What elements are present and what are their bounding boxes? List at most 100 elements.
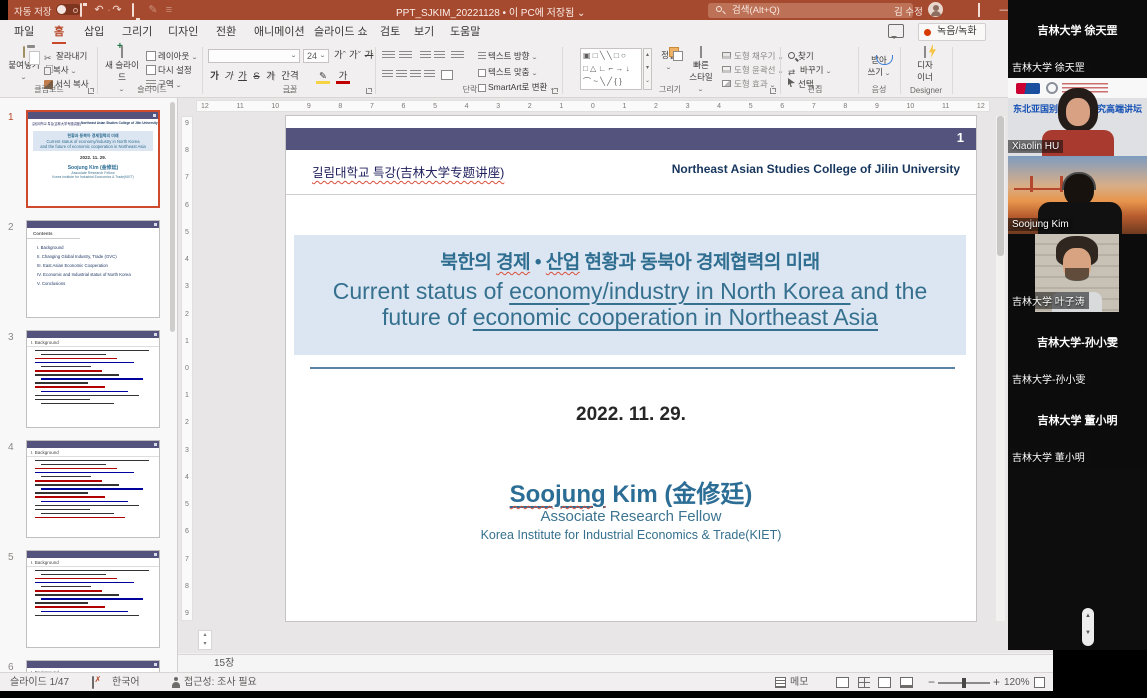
sidebar-scrollbar[interactable]: ▲▼: [1082, 608, 1094, 646]
language-status[interactable]: 한국어: [112, 673, 140, 692]
slide-subtitle-left[interactable]: 길림대학교 특강(吉林大学专题讲座): [312, 162, 504, 181]
start-slideshow-icon[interactable]: [126, 3, 140, 17]
fit-to-window-icon[interactable]: [1034, 677, 1045, 688]
bold-button[interactable]: 가: [208, 70, 221, 84]
text-direction-button[interactable]: 텍스트 방향 ⌄: [478, 50, 537, 62]
slide-thumbnail-4[interactable]: I. Background: [26, 440, 160, 538]
redo-icon[interactable]: ↷: [110, 3, 124, 17]
line-spacing-icon[interactable]: [451, 51, 464, 60]
font-color-button[interactable]: 가: [336, 70, 350, 84]
slide-thumbnail-2[interactable]: Contents I. Background II. Changing Glob…: [26, 220, 160, 318]
shape-fill-button[interactable]: 도형 채우기 ⌄: [722, 50, 783, 62]
slide-thumbnail-6[interactable]: I. Background: [26, 660, 160, 672]
replace-button[interactable]: ⇄바꾸기 ⌄: [788, 64, 831, 77]
zoom-slider-knob[interactable]: [962, 678, 966, 688]
tab-slideshow[interactable]: 슬라이드 쇼: [312, 20, 370, 44]
tab-file[interactable]: 파일: [12, 20, 36, 44]
justify-icon[interactable]: [424, 70, 435, 79]
text-shadow-button[interactable]: 가: [264, 70, 277, 84]
layout-button[interactable]: 레이아웃 ⌄: [146, 50, 197, 62]
pen-icon[interactable]: [946, 3, 960, 17]
find-button[interactable]: 찾기: [788, 50, 814, 62]
dictate-button[interactable]: 받아쓰기 ⌄: [862, 47, 896, 78]
save-icon[interactable]: [74, 3, 88, 17]
dialog-launcher-icon[interactable]: [366, 88, 372, 94]
align-right-icon[interactable]: [410, 70, 421, 79]
char-spacing-button[interactable]: 간격 ⌄: [279, 70, 301, 84]
dialog-launcher-icon[interactable]: [88, 88, 94, 94]
copy-button[interactable]: 복사 ⌄: [44, 64, 76, 76]
underline-button[interactable]: 가: [236, 70, 249, 84]
font-size-select[interactable]: 24⌄: [303, 49, 329, 63]
comments-icon[interactable]: [888, 24, 904, 38]
align-left-icon[interactable]: [382, 70, 393, 79]
shape-effects-button[interactable]: 도형 효과 ⌄: [722, 78, 775, 90]
participant-tile[interactable]: 吉林大学 叶子涛: [1008, 234, 1147, 312]
highlight-color-button[interactable]: ✎: [316, 70, 330, 84]
bullets-icon[interactable]: [382, 51, 395, 60]
record-button[interactable]: 녹음/녹화: [918, 23, 986, 41]
participant-tile[interactable]: 吉林大学 董小明 吉林大学 董小明: [1008, 390, 1147, 468]
font-name-select[interactable]: ⌄: [208, 49, 300, 63]
paste-button[interactable]: 붙여넣기⌄: [6, 47, 42, 81]
strikethrough-button[interactable]: S: [250, 70, 263, 84]
reading-view-icon[interactable]: [878, 677, 891, 688]
accessibility-status[interactable]: 접근성: 조사 필요: [184, 673, 257, 692]
designer-button[interactable]: 디자이너: [908, 47, 942, 83]
customize-toolbar-icon[interactable]: ≡: [162, 3, 176, 17]
tab-help[interactable]: 도움말: [448, 20, 482, 44]
slide-sorter-icon[interactable]: [858, 677, 870, 688]
slide-header-bar[interactable]: 1: [286, 128, 976, 150]
spellcheck-icon[interactable]: [92, 676, 94, 689]
participant-tile[interactable]: Soojung Kim: [1008, 156, 1147, 234]
shrink-font-button[interactable]: 가ˇ: [348, 49, 362, 63]
increase-indent-icon[interactable]: [434, 51, 445, 60]
notes-icon[interactable]: [775, 677, 786, 688]
restore-window-icon[interactable]: [972, 3, 986, 17]
participant-tile[interactable]: 吉林大学-孙小雯 吉林大学-孙小雯: [1008, 312, 1147, 390]
user-avatar[interactable]: [928, 2, 943, 17]
tab-review[interactable]: 검토: [378, 20, 402, 44]
italic-button[interactable]: 가: [222, 70, 235, 84]
slide-date[interactable]: 2022. 11. 29.: [286, 404, 976, 426]
clear-format-button[interactable]: 가: [363, 49, 375, 63]
tab-animations[interactable]: 애니메이션: [252, 20, 307, 44]
dialog-launcher-icon[interactable]: [770, 88, 776, 94]
zoom-level[interactable]: 120%: [1004, 673, 1030, 692]
zoom-in-button[interactable]: +: [993, 673, 1000, 692]
slide-title-box[interactable]: 북한의 경제 • 산업 현황과 동북아 경제협력의 미래 Current sta…: [294, 235, 966, 355]
tab-transitions[interactable]: 전환: [214, 20, 238, 44]
tab-home[interactable]: 홈: [52, 20, 66, 44]
notes-toggle[interactable]: 메모: [790, 673, 808, 692]
grow-font-button[interactable]: 가ˆ: [333, 49, 347, 63]
columns-icon[interactable]: [441, 70, 453, 80]
slide-author[interactable]: Soojung Kim (金修廷): [286, 474, 976, 509]
arrange-button[interactable]: 정렬⌄: [656, 47, 682, 71]
cut-button[interactable]: 잘라내기: [44, 50, 87, 63]
zoom-out-button[interactable]: −: [928, 673, 935, 692]
tab-view[interactable]: 보기: [412, 20, 436, 44]
thumbnail-scrollbar[interactable]: [170, 102, 175, 332]
tab-insert[interactable]: 삽입: [82, 20, 106, 44]
canvas-scrollbar[interactable]: [996, 116, 1005, 621]
slide-thumbnail-5[interactable]: I. Background: [26, 550, 160, 648]
slide-subtitle-right[interactable]: Northeast Asian Studies College of Jilin…: [672, 162, 960, 176]
slide-counter[interactable]: 슬라이드 1/47: [10, 673, 69, 692]
participant-tile[interactable]: 吉林大学 徐天罡 吉林大学 徐天罡: [1008, 0, 1147, 78]
slideshow-icon[interactable]: [900, 677, 913, 688]
shape-outline-button[interactable]: 도형 윤곽선 ⌄: [722, 64, 783, 76]
numbering-icon[interactable]: [399, 51, 412, 60]
slide-canvas[interactable]: 1 길림대학교 특강(吉林大学专题讲座) Northeast Asian Stu…: [286, 116, 976, 621]
slide-author-org[interactable]: Korea Institute for Industrial Economics…: [286, 528, 976, 542]
participant-tile[interactable]: 东北亚国别研究高端讲坛 Xiaolin HU: [1008, 78, 1147, 156]
decrease-indent-icon[interactable]: [420, 51, 431, 60]
dialog-launcher-icon[interactable]: [552, 88, 558, 94]
align-center-icon[interactable]: [396, 70, 407, 79]
normal-view-icon[interactable]: [836, 677, 849, 688]
align-text-button[interactable]: 텍스트 맞춤 ⌄: [478, 66, 537, 78]
document-title[interactable]: PPT_SJKIM_20221128 • 이 PC에 저장됨 ⌄: [396, 4, 585, 19]
tab-design[interactable]: 디자인: [166, 20, 200, 44]
slide-thumbnail-1[interactable]: 길림대학교 특강(吉林大学专题讲座)Northeast Asian Studie…: [26, 110, 160, 208]
user-name[interactable]: 김 수정: [894, 4, 923, 18]
notes-pane[interactable]: 15장: [178, 654, 1053, 672]
